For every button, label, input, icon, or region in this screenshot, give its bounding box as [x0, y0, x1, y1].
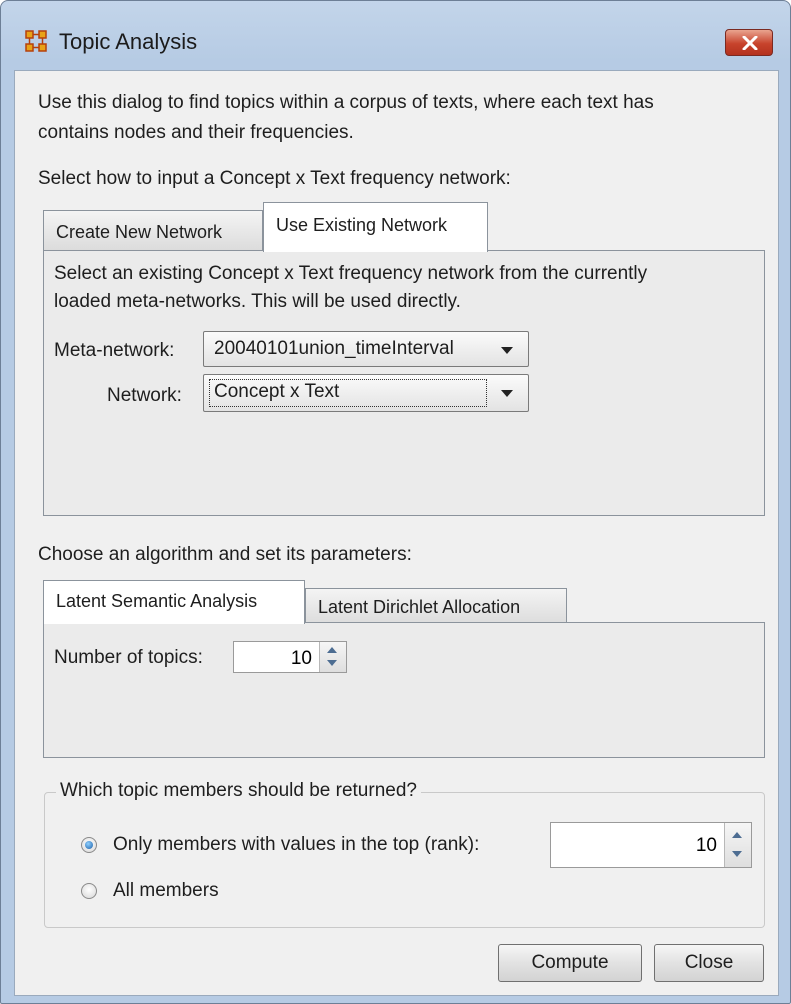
number-of-topics-value: 10	[290, 648, 312, 669]
existing-network-description-line2: loaded meta-networks. This will be used …	[54, 291, 461, 312]
spinner-buttons[interactable]	[724, 823, 751, 867]
radio-all-members-label[interactable]: All members	[113, 880, 219, 902]
chevron-down-icon	[501, 347, 513, 354]
network-label: Network:	[107, 385, 182, 406]
window-title: Topic Analysis	[59, 29, 198, 54]
arrow-up-icon[interactable]	[327, 647, 337, 653]
arrow-down-icon[interactable]	[732, 851, 742, 857]
arrow-down-icon[interactable]	[327, 660, 337, 666]
arrow-up-icon[interactable]	[732, 832, 742, 838]
existing-network-panel: Select an existing Concept x Text freque…	[43, 250, 765, 516]
intro-text-line1: Use this dialog to find topics within a …	[38, 92, 654, 113]
meta-network-value: 20040101union_timeInterval	[214, 338, 454, 359]
intro-text-line2: contains nodes and their frequencies.	[38, 122, 354, 143]
network-value: Concept x Text	[214, 381, 340, 402]
network-select[interactable]: Concept x Text	[203, 374, 529, 412]
tab-latent-semantic-analysis[interactable]: Latent Semantic Analysis	[43, 580, 305, 624]
chevron-down-icon	[501, 390, 513, 397]
rank-value: 10	[695, 835, 717, 856]
radio-selected-indicator	[85, 841, 93, 849]
tab-latent-dirichlet-allocation[interactable]: Latent Dirichlet Allocation	[305, 588, 567, 624]
input-method-label: Select how to input a Concept x Text fre…	[38, 168, 511, 189]
rank-spinner[interactable]: 10	[550, 822, 752, 868]
number-of-topics-label: Number of topics:	[54, 647, 203, 668]
algorithm-parameters-panel: Number of topics: 10	[43, 622, 765, 758]
title-bar[interactable]: Topic Analysis	[1, 1, 790, 69]
meta-network-select[interactable]: 20040101union_timeInterval	[203, 331, 529, 367]
meta-network-label: Meta-network:	[54, 340, 175, 361]
close-window-button[interactable]	[725, 29, 773, 56]
number-of-topics-spinner[interactable]: 10	[233, 641, 347, 673]
existing-network-description-line1: Select an existing Concept x Text freque…	[54, 263, 648, 284]
radio-all-members[interactable]	[81, 883, 97, 899]
tab-use-existing-network[interactable]: Use Existing Network	[263, 202, 488, 252]
close-button[interactable]: Close	[654, 944, 764, 982]
spinner-buttons[interactable]	[319, 642, 346, 672]
algorithm-label: Choose an algorithm and set its paramete…	[38, 544, 412, 565]
close-icon	[742, 36, 758, 50]
tab-create-new-network[interactable]: Create New Network	[43, 210, 263, 250]
radio-top-rank[interactable]	[81, 837, 97, 853]
topic-members-group-title: Which topic members should be returned?	[56, 780, 421, 802]
radio-top-rank-label[interactable]: Only members with values in the top (ran…	[113, 834, 479, 856]
network-grid-icon	[25, 30, 47, 52]
compute-button[interactable]: Compute	[498, 944, 642, 982]
